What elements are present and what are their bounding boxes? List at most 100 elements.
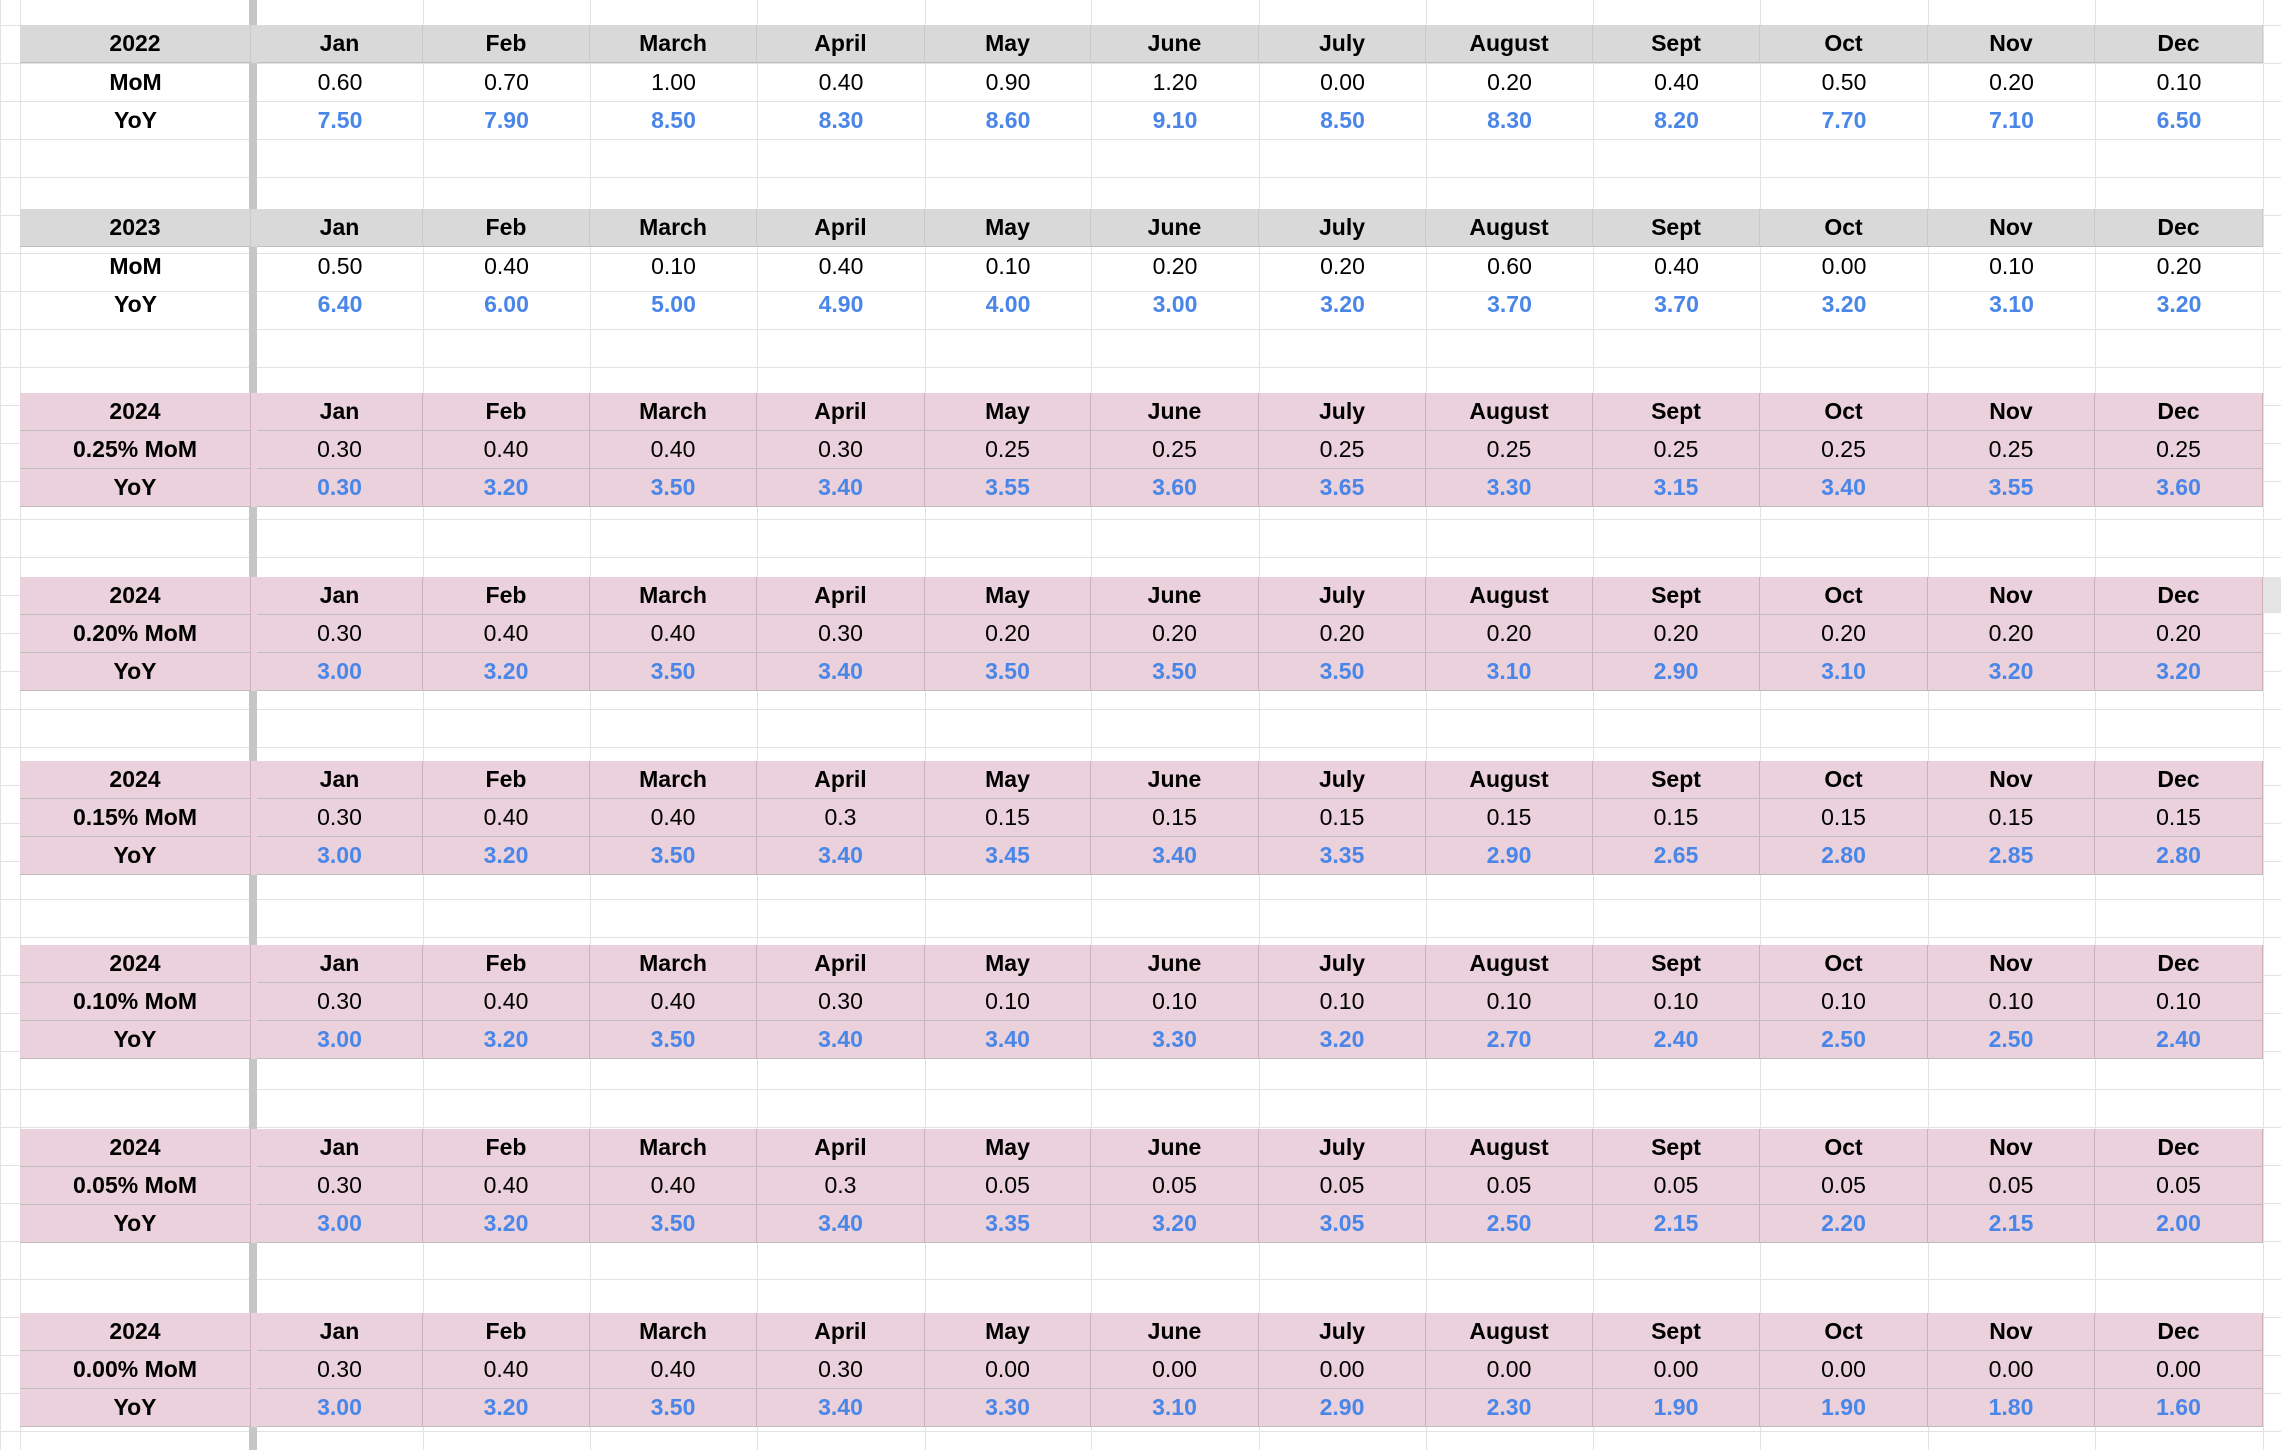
month-header-cell[interactable]: April bbox=[757, 945, 925, 983]
yoy-value-cell[interactable]: 3.15 bbox=[1593, 469, 1760, 507]
mom-value-cell[interactable]: 1.20 bbox=[1091, 63, 1259, 101]
yoy-value-cell[interactable]: 2.15 bbox=[1593, 1205, 1760, 1243]
mom-value-cell[interactable]: 0.00 bbox=[1091, 1351, 1259, 1389]
month-header-cell[interactable]: March bbox=[590, 25, 757, 63]
spreadsheet-grid[interactable]: 2022 Jan Feb March April May June July August Sep… bbox=[0, 0, 2281, 1450]
yoy-value-cell[interactable]: 3.50 bbox=[590, 1205, 757, 1243]
month-header-cell[interactable]: Dec bbox=[2095, 1313, 2263, 1351]
yoy-value-cell[interactable]: 3.40 bbox=[757, 653, 925, 691]
month-header-cell[interactable]: April bbox=[757, 393, 925, 431]
month-header-cell[interactable]: Jan bbox=[257, 393, 423, 431]
yoy-value-cell[interactable]: 2.90 bbox=[1259, 1389, 1426, 1427]
mom-value-cell[interactable]: 0.30 bbox=[257, 615, 423, 653]
mom-value-cell[interactable]: 0.30 bbox=[257, 799, 423, 837]
mom-value-cell[interactable]: 0.00 bbox=[1259, 63, 1426, 101]
mom-value-cell[interactable]: 0.40 bbox=[423, 247, 590, 285]
year-cell[interactable]: 2023 bbox=[20, 209, 251, 247]
month-header-cell[interactable]: June bbox=[1091, 393, 1259, 431]
mom-value-cell[interactable]: 0.10 bbox=[1928, 247, 2095, 285]
mom-value-cell[interactable]: 0.40 bbox=[1593, 63, 1760, 101]
month-header-cell[interactable]: Oct bbox=[1760, 1129, 1928, 1167]
mom-value-cell[interactable]: 0.05 bbox=[1259, 1167, 1426, 1205]
month-header-cell[interactable]: Nov bbox=[1928, 25, 2095, 63]
year-cell[interactable]: 2024 bbox=[20, 945, 251, 983]
yoy-value-cell[interactable]: 2.90 bbox=[1426, 837, 1593, 875]
month-header-cell[interactable]: Dec bbox=[2095, 209, 2263, 247]
yoy-label-cell[interactable]: YoY bbox=[20, 101, 251, 139]
year-cell[interactable]: 2022 bbox=[20, 25, 251, 63]
month-header-cell[interactable]: Oct bbox=[1760, 209, 1928, 247]
mom-value-cell[interactable]: 0.30 bbox=[257, 431, 423, 469]
mom-value-cell[interactable]: 0.20 bbox=[1091, 615, 1259, 653]
month-header-cell[interactable]: July bbox=[1259, 1129, 1426, 1167]
yoy-value-cell[interactable]: 3.00 bbox=[1091, 285, 1259, 323]
mom-value-cell[interactable]: 0.60 bbox=[1426, 247, 1593, 285]
yoy-value-cell[interactable]: 1.90 bbox=[1593, 1389, 1760, 1427]
month-header-cell[interactable]: Oct bbox=[1760, 945, 1928, 983]
mom-value-cell[interactable]: 0.15 bbox=[1928, 799, 2095, 837]
month-header-cell[interactable]: July bbox=[1259, 761, 1426, 799]
month-header-cell[interactable]: Jan bbox=[257, 1129, 423, 1167]
year-cell[interactable]: 2024 bbox=[20, 761, 251, 799]
mom-value-cell[interactable]: 0.00 bbox=[1426, 1351, 1593, 1389]
mom-value-cell[interactable]: 0.05 bbox=[1593, 1167, 1760, 1205]
yoy-value-cell[interactable]: 6.40 bbox=[257, 285, 423, 323]
mom-value-cell[interactable]: 0.20 bbox=[925, 615, 1091, 653]
mom-value-cell[interactable]: 0.90 bbox=[925, 63, 1091, 101]
yoy-label-cell[interactable]: YoY bbox=[20, 1021, 251, 1059]
month-header-cell[interactable]: Feb bbox=[423, 945, 590, 983]
mom-value-cell[interactable]: 0.20 bbox=[1760, 615, 1928, 653]
yoy-value-cell[interactable]: 3.70 bbox=[1593, 285, 1760, 323]
month-header-cell[interactable]: May bbox=[925, 393, 1091, 431]
month-header-cell[interactable]: Sept bbox=[1593, 209, 1760, 247]
mom-label-cell[interactable]: 0.25% MoM bbox=[20, 431, 251, 469]
yoy-value-cell[interactable]: 1.60 bbox=[2095, 1389, 2263, 1427]
mom-value-cell[interactable]: 0.20 bbox=[1259, 615, 1426, 653]
mom-value-cell[interactable]: 0.00 bbox=[1928, 1351, 2095, 1389]
yoy-value-cell[interactable]: 2.15 bbox=[1928, 1205, 2095, 1243]
yoy-value-cell[interactable]: 7.10 bbox=[1928, 101, 2095, 139]
month-header-cell[interactable]: March bbox=[590, 577, 757, 615]
mom-value-cell[interactable]: 0.15 bbox=[1760, 799, 1928, 837]
month-header-cell[interactable]: April bbox=[757, 1129, 925, 1167]
yoy-label-cell[interactable]: YoY bbox=[20, 1389, 251, 1427]
yoy-value-cell[interactable]: 3.40 bbox=[757, 837, 925, 875]
month-header-cell[interactable]: April bbox=[757, 577, 925, 615]
mom-label-cell[interactable]: 0.05% MoM bbox=[20, 1167, 251, 1205]
mom-value-cell[interactable]: 0.15 bbox=[925, 799, 1091, 837]
mom-value-cell[interactable]: 0.30 bbox=[757, 1351, 925, 1389]
month-header-cell[interactable]: Nov bbox=[1928, 1129, 2095, 1167]
mom-value-cell[interactable]: 0.25 bbox=[2095, 431, 2263, 469]
mom-value-cell[interactable]: 0.20 bbox=[1426, 615, 1593, 653]
month-header-cell[interactable]: Oct bbox=[1760, 1313, 1928, 1351]
month-header-cell[interactable]: August bbox=[1426, 25, 1593, 63]
month-header-cell[interactable]: Sept bbox=[1593, 393, 1760, 431]
yoy-value-cell[interactable]: 2.70 bbox=[1426, 1021, 1593, 1059]
yoy-value-cell[interactable]: 8.50 bbox=[590, 101, 757, 139]
yoy-value-cell[interactable]: 3.20 bbox=[1091, 1205, 1259, 1243]
yoy-value-cell[interactable]: 6.00 bbox=[423, 285, 590, 323]
mom-value-cell[interactable]: 0.30 bbox=[257, 1167, 423, 1205]
mom-value-cell[interactable]: 0.30 bbox=[757, 431, 925, 469]
yoy-value-cell[interactable]: 3.50 bbox=[590, 653, 757, 691]
month-header-cell[interactable]: Oct bbox=[1760, 393, 1928, 431]
yoy-value-cell[interactable]: 3.20 bbox=[2095, 285, 2263, 323]
mom-value-cell[interactable]: 0.10 bbox=[2095, 63, 2263, 101]
month-header-cell[interactable]: July bbox=[1259, 1313, 1426, 1351]
month-header-cell[interactable]: June bbox=[1091, 25, 1259, 63]
month-header-cell[interactable]: July bbox=[1259, 209, 1426, 247]
month-header-cell[interactable]: August bbox=[1426, 945, 1593, 983]
month-header-cell[interactable]: May bbox=[925, 1313, 1091, 1351]
mom-value-cell[interactable]: 0.10 bbox=[1259, 983, 1426, 1021]
month-header-cell[interactable]: Nov bbox=[1928, 577, 2095, 615]
mom-value-cell[interactable]: 0.40 bbox=[590, 431, 757, 469]
mom-value-cell[interactable]: 0.50 bbox=[257, 247, 423, 285]
yoy-value-cell[interactable]: 3.10 bbox=[1426, 653, 1593, 691]
month-header-cell[interactable]: Nov bbox=[1928, 393, 2095, 431]
month-header-cell[interactable]: Feb bbox=[423, 1313, 590, 1351]
yoy-value-cell[interactable]: 2.85 bbox=[1928, 837, 2095, 875]
mom-value-cell[interactable]: 0.40 bbox=[590, 615, 757, 653]
month-header-cell[interactable]: June bbox=[1091, 577, 1259, 615]
month-header-cell[interactable]: Jan bbox=[257, 209, 423, 247]
mom-value-cell[interactable]: 0.00 bbox=[1760, 247, 1928, 285]
